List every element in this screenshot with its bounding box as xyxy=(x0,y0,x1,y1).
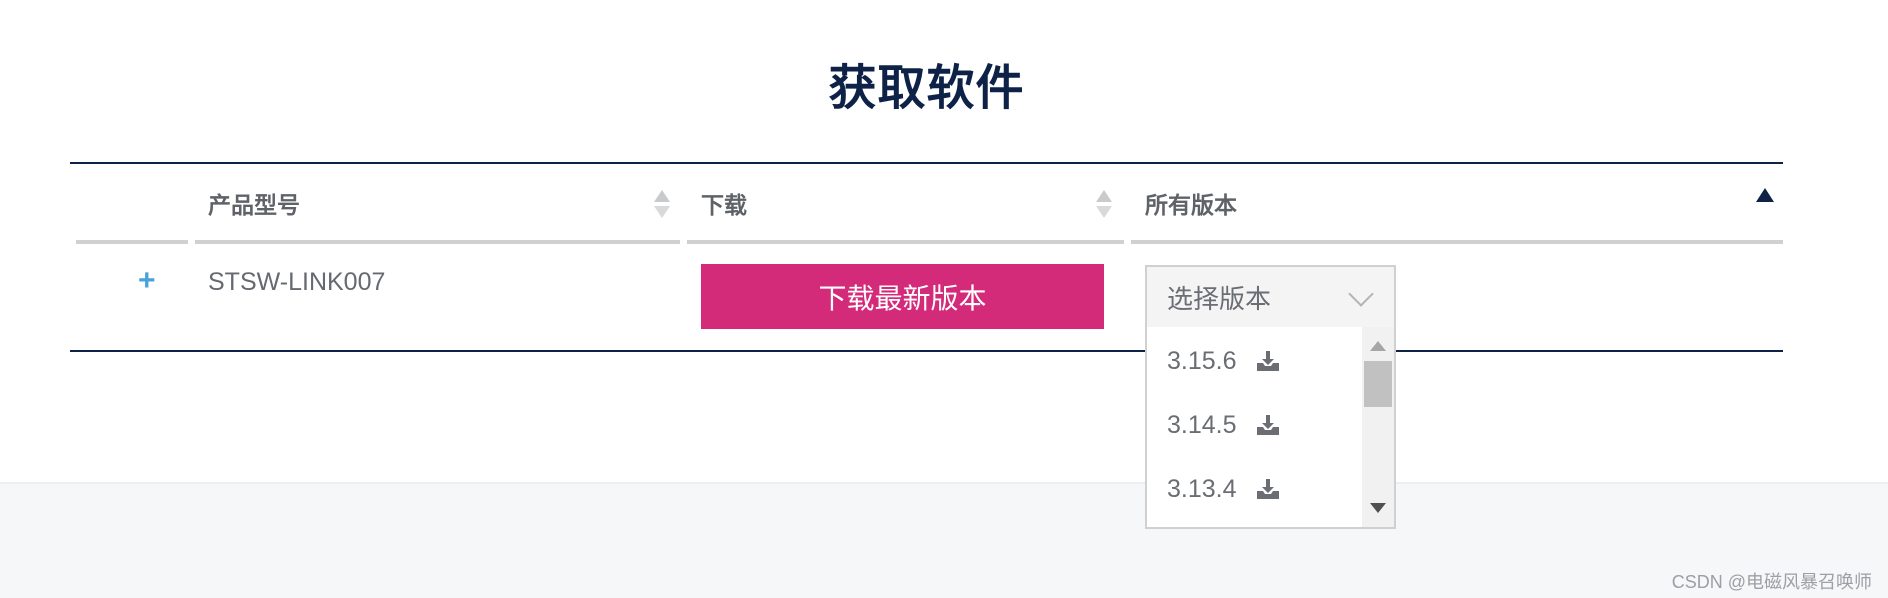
sort-ascending-icon[interactable] xyxy=(1756,188,1774,202)
chevron-down-icon xyxy=(1348,281,1374,307)
footer-area xyxy=(0,482,1888,598)
software-table: 产品型号 下载 所有版本 + STSW-LINK007 下载最新版本 选择版本 xyxy=(70,162,1783,352)
scroll-up-arrow-icon[interactable] xyxy=(1370,341,1386,351)
sort-icon[interactable] xyxy=(1096,190,1112,220)
version-option-label: 3.13.4 xyxy=(1167,474,1237,503)
scrollbar-thumb[interactable] xyxy=(1364,361,1392,407)
watermark: CSDN @电磁风暴召唤师 xyxy=(1671,572,1872,592)
version-select[interactable]: 选择版本 xyxy=(1145,265,1396,329)
header-all-versions[interactable]: 所有版本 xyxy=(1145,186,1645,228)
dropdown-scrollbar[interactable] xyxy=(1362,327,1394,527)
header-product-model[interactable]: 产品型号 xyxy=(208,186,648,228)
header-divider xyxy=(1131,240,1783,244)
header-download[interactable]: 下载 xyxy=(701,186,1081,228)
version-option[interactable]: 3.15.6 xyxy=(1167,341,1281,381)
product-model-cell: STSW-LINK007 xyxy=(208,268,386,296)
header-download-label: 下载 xyxy=(701,192,747,218)
download-icon[interactable] xyxy=(1255,349,1281,373)
version-dropdown-list[interactable]: 3.15.6 3.14.5 3.13.4 xyxy=(1145,327,1396,529)
header-all-versions-label: 所有版本 xyxy=(1145,192,1237,218)
download-icon[interactable] xyxy=(1255,413,1281,437)
scroll-down-arrow-icon[interactable] xyxy=(1370,503,1386,513)
download-icon[interactable] xyxy=(1255,477,1281,501)
header-divider xyxy=(195,240,680,244)
version-option-label: 3.14.5 xyxy=(1167,410,1237,439)
header-product-model-label: 产品型号 xyxy=(208,192,300,218)
version-option[interactable]: 3.13.4 xyxy=(1167,469,1281,509)
version-option[interactable]: 3.14.5 xyxy=(1167,405,1281,445)
download-latest-button[interactable]: 下载最新版本 xyxy=(701,264,1104,329)
version-select-placeholder: 选择版本 xyxy=(1167,283,1272,314)
expand-row-button[interactable]: + xyxy=(138,264,156,298)
version-option-label: 3.15.6 xyxy=(1167,346,1237,375)
page-title: 获取软件 xyxy=(828,62,1025,115)
sort-icon[interactable] xyxy=(654,190,670,220)
header-divider xyxy=(687,240,1124,244)
header-divider xyxy=(76,240,188,244)
